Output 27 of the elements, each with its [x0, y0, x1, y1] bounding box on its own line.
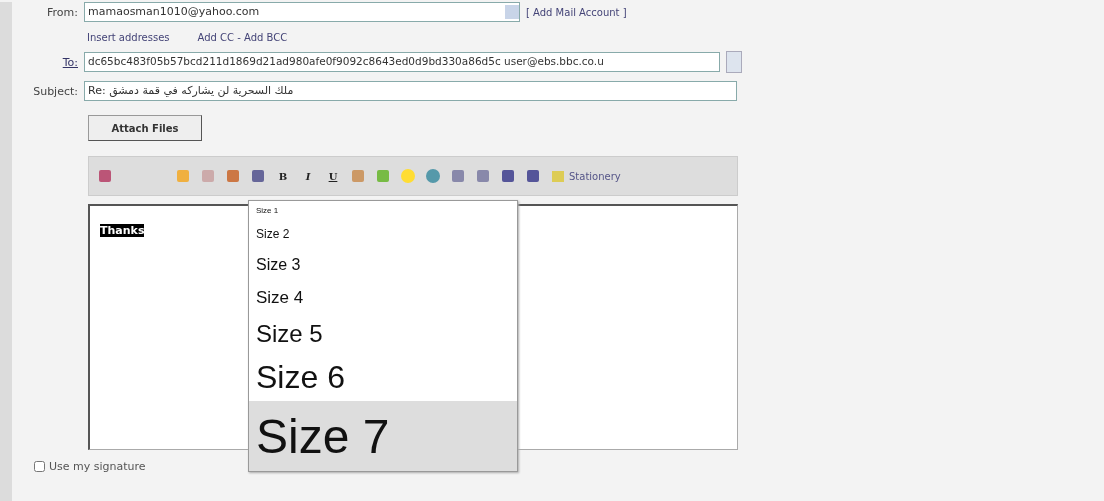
button-label: Stationery — [569, 170, 621, 182]
menu-item[interactable]: Size 3 — [249, 249, 517, 281]
to-field[interactable]: dc65bc483f05b57bcd211d1869d21ad980afe0f9092c8643ed0d9bd330a86d5c user@ebs.bbc.co.u — [84, 52, 720, 72]
signature-checkbox[interactable] — [34, 461, 45, 472]
address-link[interactable]: Add CC - Add BCC — [197, 32, 288, 43]
menu-item[interactable]: Size 1 — [249, 201, 517, 219]
menu-item[interactable]: Size 2 — [249, 219, 517, 249]
menu-item[interactable]: Size 7 — [249, 401, 517, 471]
address-link[interactable]: Insert addresses — [87, 32, 170, 43]
menu-item[interactable]: Size 5 — [249, 315, 517, 353]
scrollbar-icon — [726, 51, 742, 73]
subject-field[interactable]: Re: ملك السحرية لن يشاركه في قمة دمشق — [84, 81, 737, 101]
checkbox-label: Use my signature — [49, 460, 146, 473]
attach-files-button[interactable]: Attach Files — [88, 115, 202, 141]
menu-item[interactable]: Size 6 — [249, 353, 517, 401]
format-button[interactable]: I — [300, 170, 316, 182]
add-account-link[interactable]: [ Add Mail Account ] — [526, 6, 627, 18]
field-label: Subject: — [32, 84, 78, 98]
from-dropdown[interactable]: mamaosman1010@yahoo.com — [84, 2, 520, 22]
format-button[interactable]: U — [325, 170, 341, 182]
editor-text: Thanks — [100, 224, 145, 237]
format-button[interactable]: B — [275, 170, 291, 182]
stationery-button[interactable]: Stationery — [550, 168, 621, 184]
to-link[interactable]: To: — [20, 55, 78, 69]
field-value: mamaosman1010@yahoo.com — [88, 5, 260, 19]
menu-item[interactable]: Size 4 — [249, 281, 517, 315]
field-label: From: — [46, 5, 78, 19]
